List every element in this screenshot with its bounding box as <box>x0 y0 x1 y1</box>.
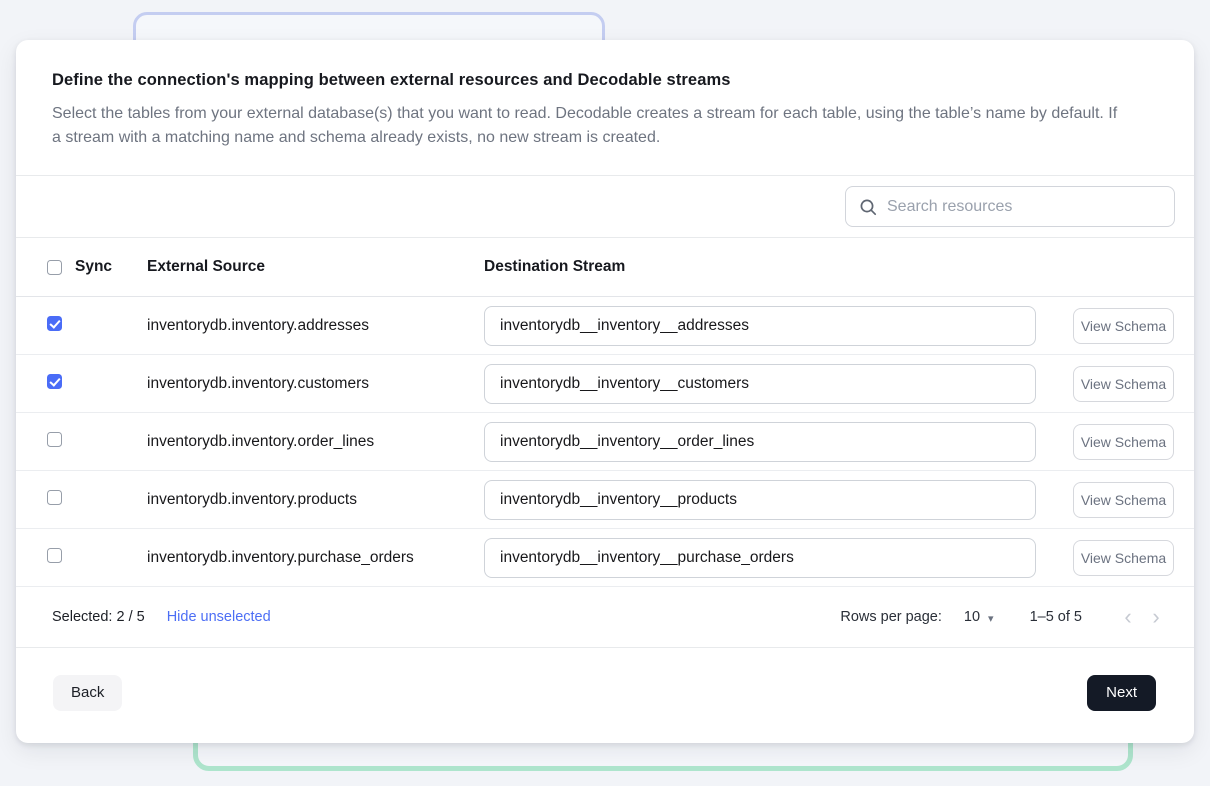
destination-stream-input[interactable] <box>484 422 1036 462</box>
search-input[interactable] <box>887 198 1162 216</box>
column-header-destination-stream: Destination Stream <box>484 258 1053 276</box>
table-row: inventorydb.inventory.purchase_orders Vi… <box>16 529 1194 587</box>
destination-stream-input[interactable] <box>484 480 1036 520</box>
rows-per-page-value: 10 <box>964 609 980 625</box>
sync-checkbox[interactable] <box>47 548 62 563</box>
selected-count: Selected: 2 / 5 <box>52 609 145 625</box>
page-range-label: 1–5 of 5 <box>1030 609 1082 625</box>
destination-stream-input[interactable] <box>484 306 1036 346</box>
column-header-external-source: External Source <box>147 258 484 276</box>
destination-stream-input[interactable] <box>484 364 1036 404</box>
view-schema-button[interactable]: View Schema <box>1073 540 1174 576</box>
table-row: inventorydb.inventory.addresses View Sch… <box>16 297 1194 355</box>
search-box[interactable] <box>845 186 1175 227</box>
table-header-row: Sync External Source Destination Stream <box>16 237 1194 297</box>
back-button[interactable]: Back <box>53 675 122 711</box>
dialog-description: Select the tables from your external dat… <box>52 102 1128 150</box>
sync-checkbox[interactable] <box>47 490 62 505</box>
select-all-checkbox[interactable] <box>47 260 62 275</box>
external-source-label: inventorydb.inventory.purchase_orders <box>147 549 484 567</box>
view-schema-button[interactable]: View Schema <box>1073 424 1174 460</box>
view-schema-button[interactable]: View Schema <box>1073 366 1174 402</box>
rows-per-page-select[interactable]: 10 ▾ <box>964 609 994 625</box>
external-source-label: inventorydb.inventory.products <box>147 491 484 509</box>
resource-mapping-dialog: Define the connection's mapping between … <box>16 40 1194 743</box>
dialog-actions: Back Next <box>16 647 1194 743</box>
sync-checkbox[interactable] <box>47 316 62 331</box>
table-body: inventorydb.inventory.addresses View Sch… <box>16 297 1194 587</box>
table-row: inventorydb.inventory.customers View Sch… <box>16 355 1194 413</box>
external-source-label: inventorydb.inventory.order_lines <box>147 433 484 451</box>
column-header-sync: Sync <box>75 258 112 276</box>
search-icon <box>859 198 877 216</box>
previous-page-button[interactable]: ‹ <box>1114 603 1142 631</box>
view-schema-button[interactable]: View Schema <box>1073 308 1174 344</box>
rows-per-page-label: Rows per page: <box>840 609 942 625</box>
external-source-label: inventorydb.inventory.customers <box>147 375 484 393</box>
next-page-button[interactable]: › <box>1142 603 1170 631</box>
next-button[interactable]: Next <box>1087 675 1156 711</box>
view-schema-button[interactable]: View Schema <box>1073 482 1174 518</box>
chevron-down-icon: ▾ <box>988 612 994 625</box>
external-source-label: inventorydb.inventory.addresses <box>147 317 484 335</box>
dialog-header: Define the connection's mapping between … <box>16 40 1194 175</box>
search-toolbar <box>16 176 1194 237</box>
dialog-title: Define the connection's mapping between … <box>52 71 1158 90</box>
table-row: inventorydb.inventory.order_lines View S… <box>16 413 1194 471</box>
sync-checkbox[interactable] <box>47 374 62 389</box>
sync-checkbox[interactable] <box>47 432 62 447</box>
hide-unselected-link[interactable]: Hide unselected <box>167 609 271 625</box>
table-footer: Selected: 2 / 5 Hide unselected Rows per… <box>16 587 1194 647</box>
table-row: inventorydb.inventory.products View Sche… <box>16 471 1194 529</box>
destination-stream-input[interactable] <box>484 538 1036 578</box>
